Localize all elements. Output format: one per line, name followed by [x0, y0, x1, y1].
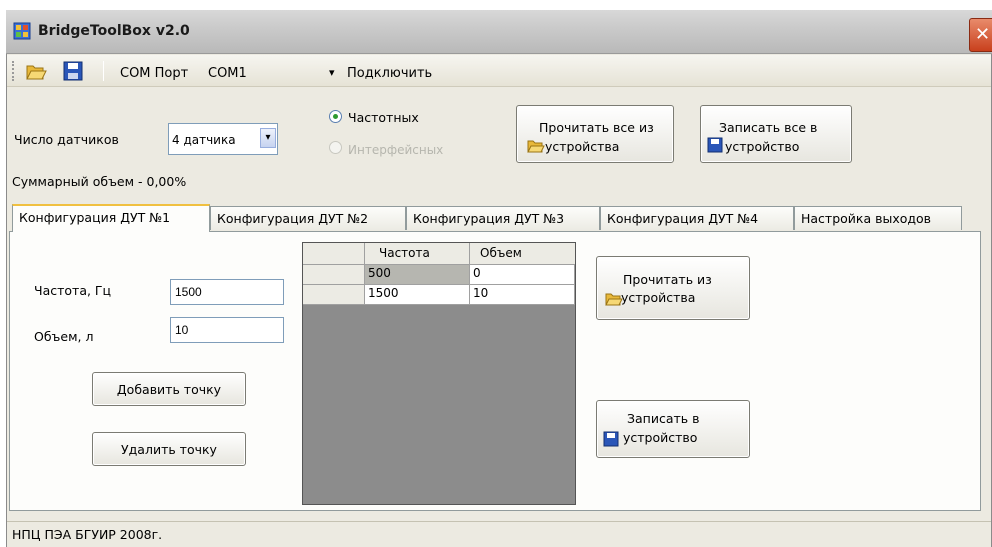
write-line2: устройство — [623, 430, 698, 445]
radio-interface-label: Интерфейсных — [348, 143, 444, 157]
sensor-count-label: Число датчиков — [14, 132, 119, 147]
floppy-save-icon[interactable] — [62, 60, 84, 82]
read-line2: устройства — [621, 290, 696, 305]
write-all-line1: Записать все в — [719, 120, 818, 135]
write-line1: Записать в — [627, 411, 700, 426]
table-row[interactable]: 500 0 — [303, 265, 575, 285]
com-port-label: COM Порт — [120, 66, 189, 81]
row-header[interactable] — [303, 265, 365, 285]
read-from-device-button[interactable]: Прочитать из устройства — [596, 256, 750, 320]
floppy-save-icon — [707, 137, 723, 156]
grid-corner — [303, 243, 365, 265]
table-row[interactable]: 1500 10 — [303, 285, 575, 305]
add-point-button[interactable]: Добавить точку — [92, 372, 246, 406]
window-title: BridgeToolBox v2.0 — [38, 23, 190, 39]
write-all-button[interactable]: Записать все в устройство — [700, 105, 852, 163]
volume-label: Объем, л — [34, 329, 94, 344]
app-icon — [13, 22, 31, 40]
frequency-input[interactable] — [170, 279, 284, 305]
row-header[interactable] — [303, 285, 365, 305]
tab-config-1[interactable]: Конфигурация ДУТ №1 — [12, 204, 210, 232]
grid-header-frequency[interactable]: Частота — [365, 243, 470, 265]
folder-open-icon[interactable] — [25, 60, 47, 82]
volume-input[interactable] — [170, 317, 284, 343]
radio-frequency-label: Частотных — [348, 110, 419, 125]
tab-config-2[interactable]: Конфигурация ДУТ №2 — [210, 206, 406, 230]
radio-interface[interactable] — [329, 141, 342, 154]
tab-config-4[interactable]: Конфигурация ДУТ №4 — [600, 206, 794, 230]
write-to-device-button[interactable]: Записать в устройство — [596, 400, 750, 458]
grid-cell-frequency[interactable]: 500 — [365, 265, 470, 285]
read-all-line1: Прочитать все из — [539, 120, 654, 135]
com-port-value: COM1 — [208, 66, 247, 81]
grid-cell-volume[interactable]: 10 — [470, 285, 575, 305]
grid-cell-frequency[interactable]: 1500 — [365, 285, 470, 305]
grid-cell-volume[interactable]: 0 — [470, 265, 575, 285]
total-volume-text: Суммарный объем - 0,00% — [12, 174, 187, 189]
read-line1: Прочитать из — [623, 272, 712, 287]
radio-frequency[interactable] — [329, 110, 342, 123]
read-all-button[interactable]: Прочитать все из устройства — [516, 105, 674, 163]
floppy-save-icon — [603, 431, 619, 450]
connect-button[interactable]: Подключить — [347, 66, 432, 81]
toolbar-grip[interactable] — [12, 61, 15, 81]
grid-header-volume[interactable]: Объем — [470, 243, 575, 265]
close-icon: ✕ — [975, 24, 991, 45]
delete-point-button[interactable]: Удалить точку — [92, 432, 246, 466]
tab-output-settings[interactable]: Настройка выходов — [794, 206, 962, 230]
chevron-down-icon[interactable]: ▾ — [260, 128, 276, 148]
toolbar-separator — [103, 61, 104, 81]
chevron-down-icon[interactable]: ▾ — [329, 66, 335, 79]
close-button[interactable]: ✕ — [969, 18, 992, 52]
frequency-label: Частота, Гц — [34, 283, 112, 298]
read-all-line2: устройства — [545, 139, 620, 154]
sensor-count-value: 4 датчика — [172, 133, 236, 147]
radio-dot-icon — [333, 114, 338, 119]
write-all-line2: устройство — [725, 139, 800, 154]
status-text: НПЦ ПЭА БГУИР 2008г. — [12, 527, 163, 542]
folder-open-icon — [527, 138, 545, 157]
tab-config-3[interactable]: Конфигурация ДУТ №3 — [406, 206, 600, 230]
